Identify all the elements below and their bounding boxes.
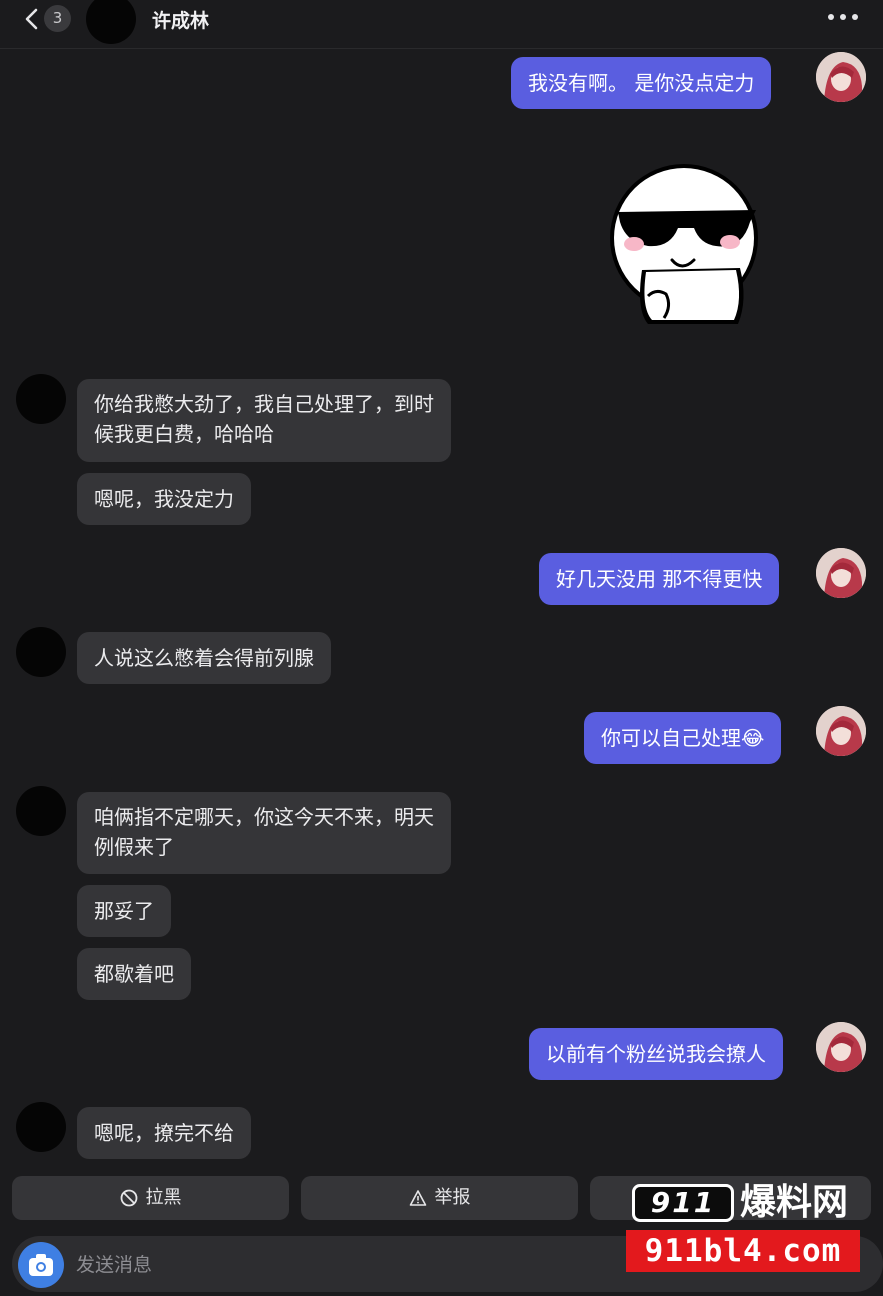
- block-button[interactable]: 拉黑: [12, 1176, 289, 1220]
- report-label: 举报: [434, 1187, 471, 1208]
- message-text: 我没有啊。 是你没点定力: [528, 71, 755, 95]
- incoming-message-bubble[interactable]: 人说这么憋着会得前列腺: [77, 632, 331, 684]
- more-options-icon[interactable]: [827, 12, 859, 22]
- incoming-message-bubble[interactable]: 嗯呢，我没定力: [77, 473, 251, 525]
- watermark-number: 911: [632, 1184, 734, 1222]
- watermark-name: 爆料网: [740, 1182, 849, 1223]
- watermark-top: 911 爆料网: [628, 1180, 868, 1226]
- cool-sunglasses-face-sticker[interactable]: [608, 160, 766, 326]
- incoming-message-bubble[interactable]: 那妥了: [77, 885, 171, 937]
- my-avatar[interactable]: [816, 706, 866, 756]
- outgoing-message-bubble[interactable]: 我没有啊。 是你没点定力: [511, 57, 772, 109]
- message-text-line: 咱俩指不定哪天，你这今天不来，明天: [94, 805, 434, 829]
- incoming-message-bubble[interactable]: 嗯呢，撩完不给: [77, 1107, 251, 1159]
- contact-avatar[interactable]: [86, 0, 136, 44]
- my-avatar[interactable]: [816, 548, 866, 598]
- my-avatar-image: [816, 52, 866, 102]
- message-text: 人说这么憋着会得前列腺: [94, 646, 314, 670]
- message-text: 都歇着吧: [94, 962, 174, 986]
- outgoing-message-bubble[interactable]: 以前有个粉丝说我会撩人: [529, 1028, 783, 1080]
- outgoing-message-bubble[interactable]: 你可以自己处理😂: [584, 712, 782, 764]
- message-text: 嗯呢，我没定力: [94, 487, 234, 511]
- contact-avatar-small[interactable]: [16, 786, 66, 836]
- contact-name: 许成林: [152, 10, 210, 32]
- block-icon: [120, 1189, 137, 1207]
- laughing-tears-emoji-icon: 😂: [741, 726, 765, 750]
- message-text-line: 例假来了: [94, 835, 174, 859]
- block-label: 拉黑: [145, 1187, 182, 1208]
- message-text-line: 你给我憋大劲了，我自己处理了，到时: [94, 392, 434, 416]
- warning-icon: [409, 1190, 426, 1206]
- watermark-url: 911bl4.com: [626, 1230, 860, 1272]
- my-avatar-image: [816, 706, 866, 756]
- my-avatar-image: [816, 1022, 866, 1072]
- incoming-message-bubble[interactable]: 你给我憋大劲了，我自己处理了，到时 候我更白费，哈哈哈: [77, 379, 451, 462]
- message-text: 你可以自己处理: [601, 726, 741, 750]
- unread-count-badge: 3: [44, 5, 71, 32]
- message-text: 以前有个粉丝说我会撩人: [546, 1042, 766, 1066]
- message-text: 那妥了: [94, 899, 154, 923]
- contact-avatar-small[interactable]: [16, 627, 66, 677]
- camera-icon: [29, 1254, 53, 1276]
- report-button[interactable]: 举报: [301, 1176, 578, 1220]
- camera-button[interactable]: [18, 1242, 64, 1288]
- message-text: 好几天没用 那不得更快: [556, 567, 763, 591]
- message-text: 嗯呢，撩完不给: [94, 1121, 234, 1145]
- back-arrow-icon[interactable]: [22, 7, 44, 31]
- contact-avatar-small[interactable]: [16, 374, 66, 424]
- my-avatar[interactable]: [816, 52, 866, 102]
- incoming-message-bubble[interactable]: 都歇着吧: [77, 948, 191, 1000]
- my-avatar-image: [816, 548, 866, 598]
- contact-avatar-small[interactable]: [16, 1102, 66, 1152]
- my-avatar[interactable]: [816, 1022, 866, 1072]
- incoming-message-bubble[interactable]: 咱俩指不定哪天，你这今天不来，明天 例假来了: [77, 792, 451, 874]
- chat-header: 3 许成林: [0, 0, 883, 49]
- watermark-logo: 911 爆料网 911bl4.com: [622, 1176, 874, 1280]
- message-input-placeholder: 发送消息: [76, 1254, 153, 1276]
- message-text-line: 候我更白费，哈哈哈: [94, 422, 274, 446]
- outgoing-message-bubble[interactable]: 好几天没用 那不得更快: [539, 553, 780, 605]
